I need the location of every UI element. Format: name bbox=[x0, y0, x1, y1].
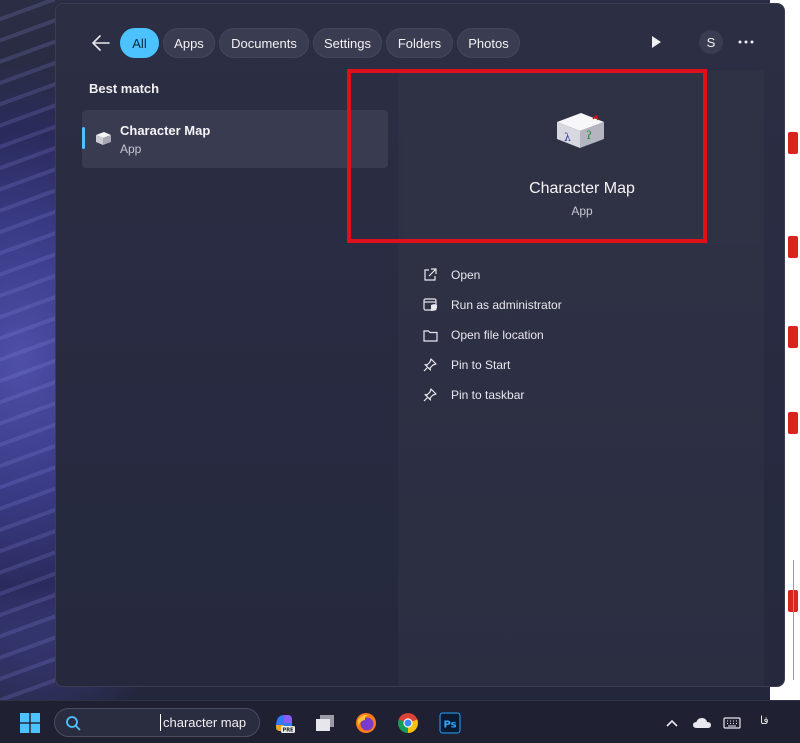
bg-divider bbox=[793, 560, 794, 680]
taskbar: character map PRE Ps فا bbox=[0, 700, 800, 743]
start-button[interactable] bbox=[18, 711, 42, 735]
filter-settings[interactable]: Settings bbox=[313, 28, 382, 58]
open-external-icon bbox=[422, 267, 438, 283]
firefox-icon bbox=[356, 713, 376, 733]
taskbar-search-box[interactable]: character map bbox=[54, 708, 260, 737]
app-preview[interactable]: λ ʔ Character Map App bbox=[402, 70, 762, 245]
cloud-icon bbox=[693, 718, 711, 728]
filter-all[interactable]: All bbox=[120, 28, 159, 58]
action-pin-to-start[interactable]: Pin to Start bbox=[422, 354, 510, 376]
show-hidden-icons-button[interactable] bbox=[660, 711, 684, 735]
ellipsis-icon bbox=[738, 40, 754, 44]
best-match-heading: Best match bbox=[89, 81, 160, 96]
text-caret bbox=[160, 714, 161, 731]
photoshop-button[interactable]: Ps bbox=[438, 711, 462, 735]
pre-badge: PRE bbox=[283, 728, 295, 734]
app-title: Character Map bbox=[529, 180, 635, 197]
action-label: Run as administrator bbox=[451, 298, 562, 312]
windows-logo-icon bbox=[20, 713, 40, 733]
action-label: Pin to Start bbox=[451, 358, 511, 372]
character-map-icon: λ ʔ bbox=[557, 113, 604, 148]
shield-app-icon bbox=[422, 297, 438, 313]
keyboard-button[interactable] bbox=[720, 711, 744, 735]
svg-text:ʔ: ʔ bbox=[586, 129, 592, 142]
action-open[interactable]: Open bbox=[422, 264, 480, 286]
back-arrow-icon bbox=[92, 35, 110, 51]
action-pin-to-taskbar[interactable]: Pin to taskbar bbox=[422, 384, 524, 406]
play-icon bbox=[652, 36, 661, 48]
bg-red-mark bbox=[788, 412, 798, 434]
action-open-file-location[interactable]: Open file location bbox=[422, 324, 544, 346]
chrome-button[interactable] bbox=[396, 711, 420, 735]
photoshop-icon: Ps bbox=[439, 712, 461, 734]
bg-red-mark bbox=[788, 132, 798, 154]
action-run-as-admin[interactable]: Run as administrator bbox=[422, 294, 562, 316]
chevron-up-icon bbox=[666, 719, 678, 727]
copilot-pre-icon[interactable]: PRE bbox=[272, 711, 296, 735]
ps-label: Ps bbox=[443, 720, 456, 731]
search-panel: All Apps Documents Settings Folders Phot… bbox=[55, 3, 785, 687]
character-map-icon bbox=[96, 132, 111, 145]
language-indicator[interactable]: فا bbox=[760, 714, 769, 727]
onedrive-button[interactable] bbox=[690, 711, 714, 735]
account-avatar[interactable]: S bbox=[699, 30, 723, 54]
result-name: Character Map bbox=[120, 123, 211, 138]
search-icon bbox=[66, 716, 81, 731]
wallpaper-pattern bbox=[0, 0, 55, 700]
filter-photos[interactable]: Photos bbox=[457, 28, 520, 58]
back-button[interactable] bbox=[89, 31, 113, 55]
detail-pane: λ ʔ Character Map App Open Run as admini… bbox=[398, 70, 764, 686]
more-filters-button[interactable] bbox=[648, 34, 664, 50]
bg-red-mark bbox=[788, 326, 798, 348]
task-view-button[interactable] bbox=[313, 711, 337, 735]
firefox-button[interactable] bbox=[354, 711, 378, 735]
more-options-button[interactable] bbox=[736, 32, 756, 52]
keyboard-icon bbox=[723, 717, 741, 729]
pin-icon bbox=[422, 387, 438, 403]
best-match-result[interactable]: Character Map App bbox=[82, 110, 388, 168]
action-label: Pin to taskbar bbox=[451, 388, 525, 402]
filter-documents[interactable]: Documents bbox=[219, 28, 309, 58]
task-view-icon bbox=[316, 715, 334, 731]
folder-icon bbox=[422, 327, 438, 343]
action-label: Open file location bbox=[451, 328, 544, 342]
search-query: character map bbox=[163, 715, 247, 730]
filter-folders[interactable]: Folders bbox=[386, 28, 453, 58]
filter-apps[interactable]: Apps bbox=[163, 28, 215, 58]
filter-bar: All Apps Documents Settings Folders Phot… bbox=[56, 26, 784, 60]
selection-accent bbox=[82, 127, 85, 149]
bg-red-mark bbox=[788, 236, 798, 258]
action-label: Open bbox=[451, 268, 481, 282]
svg-text:λ: λ bbox=[564, 131, 571, 144]
copilot-pre-icon-graphic: PRE bbox=[276, 715, 295, 734]
chrome-icon bbox=[398, 713, 418, 733]
pin-icon bbox=[422, 357, 438, 373]
app-type: App bbox=[571, 204, 593, 218]
result-type: App bbox=[120, 142, 142, 156]
